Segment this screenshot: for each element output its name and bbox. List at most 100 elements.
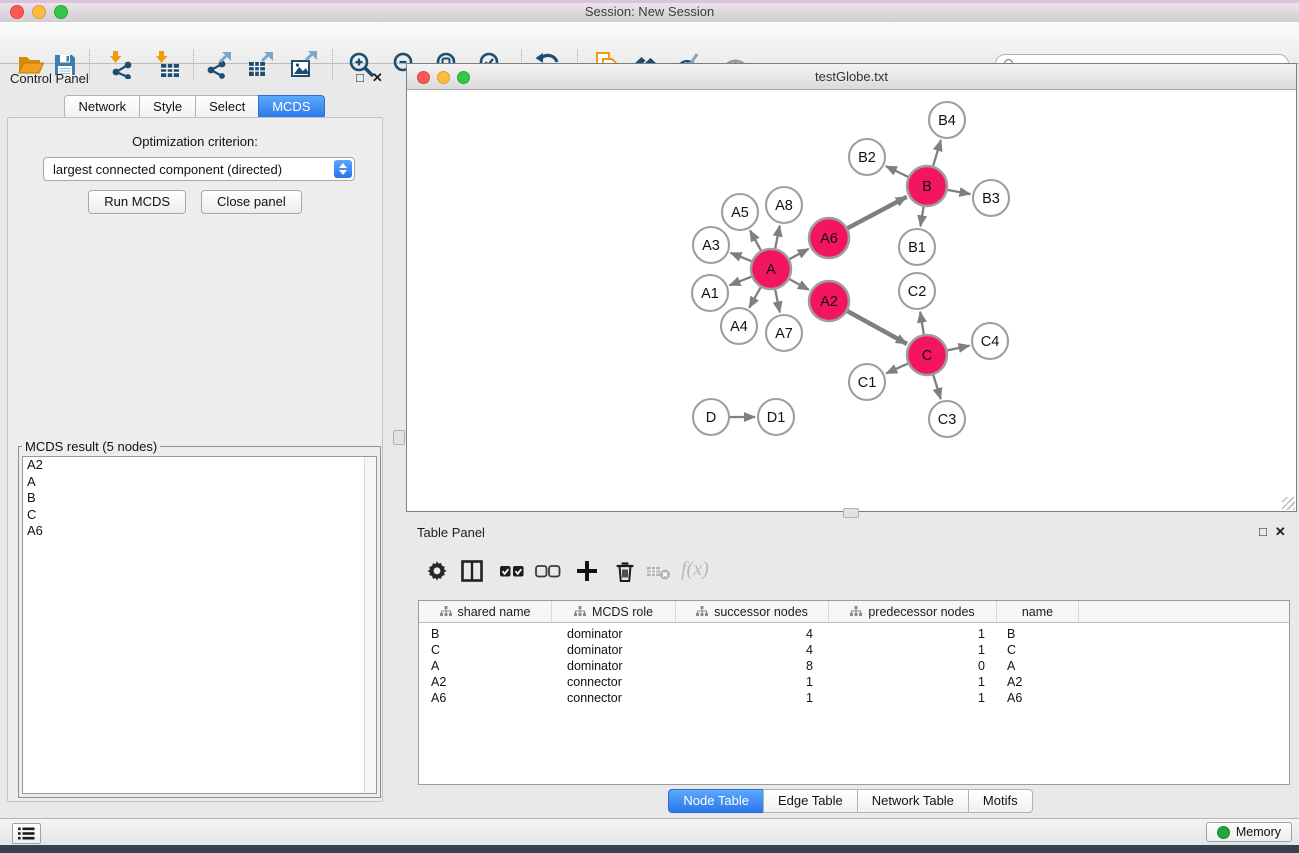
network-node-A2[interactable]: A2 (809, 281, 849, 321)
import-network-icon[interactable] (107, 51, 135, 79)
table-row[interactable]: Cdominator41C (419, 642, 1289, 658)
network-node-A1[interactable]: A1 (692, 275, 728, 311)
network-node-A4[interactable]: A4 (721, 308, 757, 344)
vertical-splitter-grip[interactable] (393, 430, 405, 445)
network-node-A[interactable]: A (751, 249, 791, 289)
table-row[interactable]: Adominator80A (419, 658, 1289, 674)
task-history-button[interactable] (12, 823, 41, 844)
network-edge-A-A8[interactable] (775, 226, 780, 249)
export-network-icon[interactable] (205, 51, 233, 79)
network-node-D[interactable]: D (693, 399, 729, 435)
network-node-C[interactable]: C (907, 335, 947, 375)
select-all-icon[interactable] (499, 559, 525, 585)
network-node-B4[interactable]: B4 (929, 102, 965, 138)
mcds-result-item[interactable]: A2 (23, 457, 376, 474)
svg-text:B1: B1 (908, 240, 926, 256)
svg-text:D1: D1 (767, 410, 786, 426)
network-edge-A-A4[interactable] (749, 287, 760, 307)
network-node-D1[interactable]: D1 (758, 399, 794, 435)
tab-network-table[interactable]: Network Table (857, 789, 969, 813)
network-node-A7[interactable]: A7 (766, 315, 802, 351)
tab-style[interactable]: Style (139, 95, 196, 119)
network-edge-A-A3[interactable] (731, 253, 752, 261)
mcds-result-item[interactable]: B (23, 490, 376, 507)
close-panel-icon[interactable]: ✕ (1275, 525, 1286, 539)
column-header-shared-name[interactable]: shared name (419, 601, 552, 622)
tab-network[interactable]: Network (64, 95, 140, 119)
tab-node-table[interactable]: Node Table (668, 789, 764, 813)
mcds-result-item[interactable]: C (23, 507, 376, 524)
network-edge-B-B3[interactable] (948, 190, 971, 194)
svg-text:B2: B2 (858, 150, 876, 166)
network-node-C2[interactable]: C2 (899, 273, 935, 309)
network-edge-A-A6[interactable] (790, 249, 809, 259)
network-node-B[interactable]: B (907, 166, 947, 206)
table-cell: A6 (997, 691, 1079, 705)
table-row[interactable]: A6connector11A6 (419, 690, 1289, 706)
network-edge-B-B2[interactable] (886, 166, 908, 177)
column-header-name[interactable]: name (997, 601, 1079, 622)
table-settings-gear-icon[interactable] (425, 559, 451, 585)
criterion-select[interactable]: largest connected component (directed) (43, 157, 355, 181)
network-edge-A-A5[interactable] (750, 230, 761, 250)
export-table-icon[interactable] (247, 51, 275, 79)
memory-button[interactable]: Memory (1206, 822, 1292, 842)
network-edge-A-A7[interactable] (775, 290, 780, 313)
network-node-C1[interactable]: C1 (849, 364, 885, 400)
delete-table-icon[interactable] (646, 559, 672, 585)
network-node-B2[interactable]: B2 (849, 139, 885, 175)
import-table-icon[interactable] (153, 51, 181, 79)
table-cell: A2 (419, 675, 552, 689)
network-node-A8[interactable]: A8 (766, 187, 802, 223)
network-edge-B-B1[interactable] (920, 207, 923, 227)
tab-select[interactable]: Select (195, 95, 259, 119)
network-edge-A2-C[interactable] (847, 311, 907, 344)
tab-motifs[interactable]: Motifs (968, 789, 1033, 813)
deselect-all-icon[interactable] (535, 559, 561, 585)
scrollbar-track[interactable] (364, 457, 376, 793)
mcds-result-item[interactable]: A6 (23, 523, 376, 540)
network-edge-A6-B[interactable] (848, 197, 907, 228)
network-edge-A-A2[interactable] (789, 279, 809, 290)
network-node-B3[interactable]: B3 (973, 180, 1009, 216)
network-edge-B-B4[interactable] (933, 140, 941, 166)
network-node-A3[interactable]: A3 (693, 227, 729, 263)
control-panel-title: Control Panel (10, 71, 89, 86)
network-node-C3[interactable]: C3 (929, 401, 965, 437)
network-canvas[interactable]: B4 B2 B B3 A8A5 A6 A3 B1 A C2 A1 A2 A4A7 C4 C C1 D D1 C3 (407, 89, 1296, 511)
mcds-result-list[interactable]: A2ABCA6 (22, 456, 377, 794)
show-columns-icon[interactable] (460, 559, 486, 585)
mcds-result-item[interactable]: A (23, 474, 376, 491)
column-header-predecessor-nodes[interactable]: predecessor nodes (829, 601, 997, 622)
column-header-mcds-role[interactable]: MCDS role (552, 601, 676, 622)
network-edge-C-C4[interactable] (948, 346, 970, 351)
tree-icon (696, 606, 708, 617)
network-edge-C-C3[interactable] (933, 375, 940, 399)
delete-column-trash-icon[interactable] (613, 559, 639, 585)
function-builder-icon[interactable]: f(x) (681, 558, 707, 584)
network-edge-A-A1[interactable] (730, 277, 752, 286)
export-image-icon[interactable] (290, 51, 318, 79)
run-mcds-button[interactable]: Run MCDS (88, 190, 186, 214)
network-edge-C-C1[interactable] (886, 364, 908, 374)
float-panel-icon[interactable]: □ (356, 71, 364, 85)
network-node-A6[interactable]: A6 (809, 218, 849, 258)
horizontal-splitter-grip[interactable] (843, 508, 859, 518)
window-resize-handle[interactable] (1282, 497, 1295, 510)
float-panel-icon[interactable]: □ (1259, 525, 1267, 539)
close-panel-icon[interactable]: ✕ (372, 71, 383, 85)
tab-edge-table[interactable]: Edge Table (763, 789, 858, 813)
add-column-plus-icon[interactable] (575, 559, 601, 585)
network-node-A5[interactable]: A5 (722, 194, 758, 230)
tab-mcds[interactable]: MCDS (258, 95, 324, 119)
svg-text:C1: C1 (858, 375, 877, 391)
table-row[interactable]: Bdominator41B (419, 626, 1289, 642)
network-edge-C-C2[interactable] (920, 312, 924, 335)
network-node-B1[interactable]: B1 (899, 229, 935, 265)
table-row[interactable]: A2connector11A2 (419, 674, 1289, 690)
node-table-body: Bdominator41BCdominator41CAdominator80AA… (419, 623, 1289, 706)
column-header-successor-nodes[interactable]: successor nodes (676, 601, 829, 622)
network-window-titlebar[interactable]: testGlobe.txt (407, 64, 1296, 90)
close-panel-button[interactable]: Close panel (201, 190, 302, 214)
network-node-C4[interactable]: C4 (972, 323, 1008, 359)
